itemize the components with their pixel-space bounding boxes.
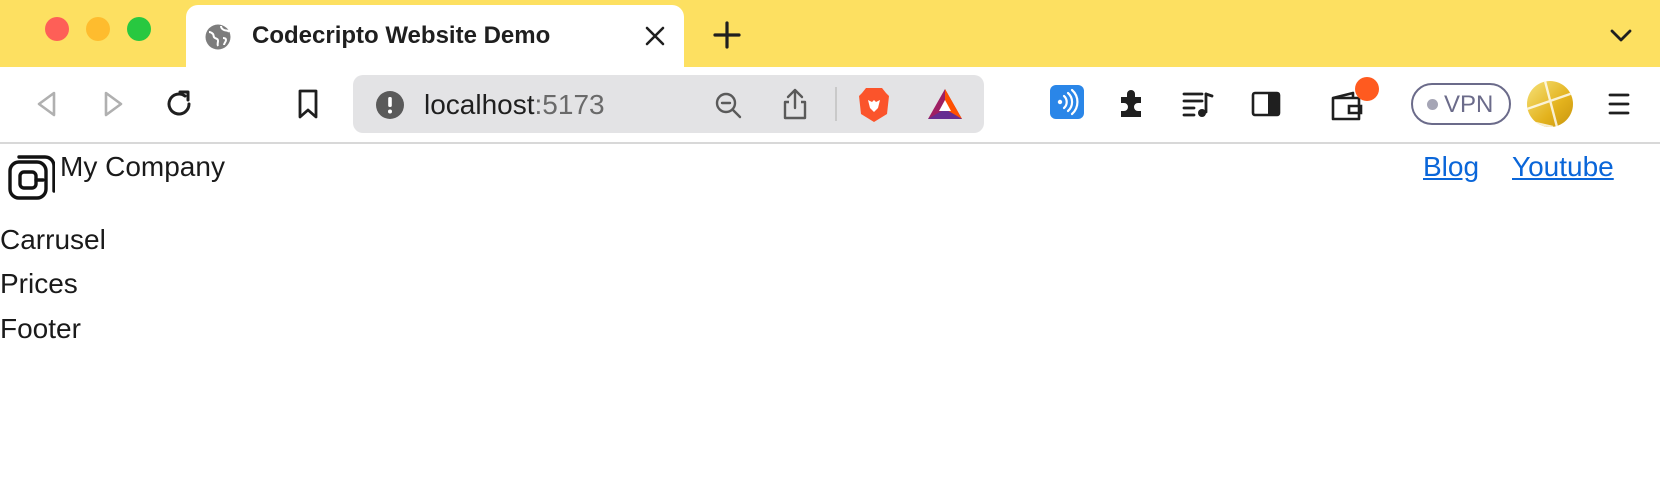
media-playlist-icon[interactable] — [1181, 87, 1215, 121]
notification-badge — [1355, 77, 1379, 101]
menu-icon[interactable] — [1602, 87, 1636, 121]
globe-icon — [205, 24, 231, 50]
company-name: My Company — [60, 151, 225, 182]
browser-toolbar: localhost:5173 VPN — [0, 67, 1660, 144]
profile-avatar-icon — [1527, 81, 1573, 127]
extensions-icon[interactable] — [1115, 87, 1149, 121]
back-icon[interactable] — [30, 87, 64, 121]
playlist-extension-icon[interactable] — [1049, 84, 1085, 120]
wallet-button[interactable] — [1329, 77, 1379, 125]
avatar[interactable] — [1527, 81, 1573, 127]
page-content: My Company Blog Youtube Carrusel Prices … — [0, 144, 1660, 492]
vpn-button[interactable]: VPN — [1411, 83, 1511, 125]
section-carrusel: Carrusel — [0, 224, 106, 255]
sidebar-icon[interactable] — [1249, 87, 1283, 121]
share-icon[interactable] — [780, 87, 810, 121]
url-text[interactable]: localhost:5173 — [424, 89, 605, 121]
url-port: :5173 — [534, 89, 605, 120]
address-bar-divider — [835, 87, 837, 121]
browser-tab[interactable]: Codecripto Website Demo — [186, 5, 684, 67]
tab-strip: Codecripto Website Demo — [0, 0, 1660, 67]
vpn-label: VPN — [1444, 91, 1494, 118]
nav-link-youtube[interactable]: Youtube — [1512, 151, 1614, 183]
section-footer: Footer — [0, 313, 81, 344]
bookmark-icon[interactable] — [291, 87, 325, 121]
close-icon[interactable] — [642, 23, 668, 49]
section-prices: Prices — [0, 268, 78, 299]
tab-title: Codecripto Website Demo — [252, 22, 551, 49]
window-minimize-button[interactable] — [86, 17, 110, 41]
site-info-icon[interactable] — [375, 90, 405, 120]
new-tab-icon[interactable] — [712, 20, 742, 50]
window-close-button[interactable] — [45, 17, 69, 41]
nav-link-blog[interactable]: Blog — [1423, 151, 1479, 183]
address-bar[interactable]: localhost:5173 — [353, 75, 984, 133]
at-sign-logo-icon — [8, 155, 55, 200]
reload-icon[interactable] — [162, 87, 196, 121]
brave-rewards-icon[interactable] — [926, 87, 964, 121]
vpn-status-dot — [1427, 99, 1438, 110]
url-host: localhost — [424, 89, 535, 120]
forward-icon[interactable] — [96, 87, 130, 121]
chevron-down-icon[interactable] — [1608, 24, 1634, 46]
zoom-out-icon[interactable] — [713, 90, 743, 120]
window-maximize-button[interactable] — [127, 17, 151, 41]
brave-shields-icon[interactable] — [857, 86, 891, 124]
